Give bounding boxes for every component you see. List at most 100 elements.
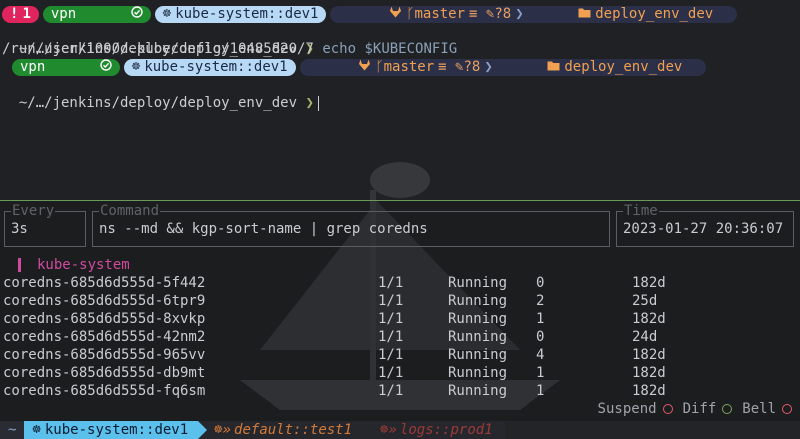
text-cursor [317, 95, 319, 111]
table-row: coredns-685d6d555d-fq6sm 1/1 Running 1 1… [0, 382, 800, 400]
pod-restarts: 1 [536, 383, 545, 399]
kube-context-segment: ☸ kube-system::dev1 [123, 58, 296, 76]
tab-default-test1[interactable]: ☸» default::test1 [198, 421, 365, 439]
pod-name: coredns-685d6d555d-965vv [3, 347, 206, 363]
home-indicator[interactable]: ~ [0, 421, 25, 439]
pod-age: 182d [632, 383, 666, 399]
error-status-segment: ! 1 [2, 5, 39, 23]
bell-label: Bell [742, 401, 776, 417]
every-label: Every [11, 203, 56, 219]
helm-icon: ☸ [162, 5, 172, 22]
diff-label: Diff [682, 401, 717, 417]
folder-icon [528, 0, 592, 40]
pod-ready: 1/1 [378, 383, 404, 399]
pod-status: Running [448, 275, 508, 291]
vpn-label: vpn [50, 5, 77, 22]
pod-restarts: 0 [536, 275, 545, 291]
git-status: ≡ ✎?8 [438, 58, 481, 75]
command-line-2[interactable]: ~/…/jenkins/deploy/deploy_env_dev ❯ [2, 76, 319, 111]
pod-restarts: 4 [536, 347, 545, 363]
pod-name: coredns-685d6d555d-fq6sm [3, 383, 206, 399]
circle-icon [722, 404, 733, 414]
pod-name: coredns-685d6d555d-5f442 [3, 275, 206, 291]
git-segment: ᚴmaster ≡ ✎?8 ❯ deploy_env_dev [330, 5, 738, 23]
command-label: Command [99, 203, 161, 219]
pod-status: Running [448, 293, 508, 309]
cwd-path: ~/…/jenkins/deploy/deploy_env_dev [18, 95, 298, 111]
pod-status: Running [448, 383, 508, 399]
table-row: coredns-685d6d555d-42nm2 1/1 Running 0 2… [0, 328, 800, 346]
diff-indicator[interactable]: Diff [683, 400, 733, 418]
folder-name: deploy_env_dev [564, 58, 683, 75]
pod-age: 182d [632, 275, 666, 291]
kube-context-segment: ☸ kube-system::dev1 [154, 5, 327, 23]
every-value: 3s [11, 221, 28, 237]
pod-name: coredns-685d6d555d-db9mt [3, 365, 206, 381]
git-segment: ᚴmaster ≡ ✎?8 ❯ deploy_env_dev [299, 58, 707, 76]
pod-status: Running [448, 347, 508, 363]
chevron-right-icon: ❯ [515, 5, 524, 22]
table-row: coredns-685d6d555d-5f442 1/1 Running 0 1… [0, 274, 800, 292]
pod-status: Running [448, 329, 508, 345]
table-row: coredns-685d6d555d-db9mt 1/1 Running 1 1… [0, 364, 800, 382]
pod-restarts: 1 [536, 311, 545, 327]
tab-logs-prod1[interactable]: ☸» logs::prod1 [364, 421, 505, 439]
command-box: Command ns --md && kgp-sort-name | grep … [92, 203, 610, 247]
folder-icon [497, 42, 561, 93]
table-row: coredns-685d6d555d-6tpr9 1/1 Running 2 2… [0, 292, 800, 310]
command-line-1: ~/…/jenkins/deploy/deploy_env_dev ❯ echo… [2, 22, 457, 57]
time-box: Time 2023-01-27 20:36:07 [616, 203, 794, 247]
tmux-status-bar: ~ ☸ kube-system::dev1 ☸» default::test1 … [0, 421, 800, 439]
helm-icon: ☸ [131, 58, 141, 75]
pod-name: coredns-685d6d555d-42nm2 [3, 329, 206, 345]
pod-ready: 1/1 [378, 347, 404, 363]
error-count: 1 [22, 5, 31, 22]
prompt-bar-2: vpn ☸ kube-system::dev1 ᚴmaster ≡ ✎?8 ❯ … [12, 58, 707, 76]
git-branch: ᚴmaster [375, 58, 435, 75]
time-label: Time [623, 203, 659, 219]
pod-ready: 1/1 [378, 293, 404, 309]
pod-name: coredns-685d6d555d-6tpr9 [3, 293, 206, 309]
table-row: coredns-685d6d555d-8xvkp 1/1 Running 1 1… [0, 310, 800, 328]
prompt-bar-1: ! 1 vpn ☸ kube-system::dev1 ᚴmaster ≡ ✎?… [2, 5, 738, 23]
helm-icon: ☸» [214, 422, 232, 438]
circle-icon [662, 404, 673, 414]
helm-icon: ☸ [32, 422, 41, 438]
kube-context: kube-system::dev1 [144, 58, 288, 75]
time-value: 2023-01-27 20:36:07 [623, 221, 784, 237]
pod-age: 182d [632, 311, 666, 327]
pod-name: coredns-685d6d555d-8xvkp [3, 311, 206, 327]
pod-age: 182d [632, 347, 666, 363]
namespace-title: kube-system [37, 257, 130, 273]
tab-label: default::test1 [234, 422, 353, 438]
pod-age: 25d [632, 293, 658, 309]
helm-icon: ☸» [380, 422, 397, 438]
pod-age: 24d [632, 329, 658, 345]
suspend-label: Suspend [597, 401, 657, 417]
exclamation-icon: ! [10, 5, 19, 22]
table-row: coredns-685d6d555d-965vv 1/1 Running 4 1… [0, 346, 800, 364]
prompt-arrow: ❯ [305, 95, 314, 111]
pod-ready: 1/1 [378, 365, 404, 381]
tab-label: logs::prod1 [399, 422, 493, 438]
chevron-right-icon: ❯ [484, 58, 493, 75]
watch-indicators: Suspend Diff Bell [598, 400, 792, 418]
kube-context: kube-system::dev1 [175, 5, 319, 22]
bell-indicator[interactable]: Bell [742, 400, 792, 418]
command-value: ns --md && kgp-sort-name | grep coredns [99, 221, 428, 237]
circle-icon [782, 404, 792, 414]
git-status: ≡ ✎?8 [469, 5, 512, 22]
tab-active-kube-system[interactable]: ☸ kube-system::dev1 [24, 421, 207, 439]
pod-status: Running [448, 311, 508, 327]
namespace-marker [18, 258, 21, 272]
pod-ready: 1/1 [378, 311, 404, 327]
pod-restarts: 0 [536, 329, 545, 345]
suspend-indicator[interactable]: Suspend [598, 400, 673, 418]
pod-restarts: 1 [536, 365, 545, 381]
vpn-label: vpn [20, 58, 46, 75]
pod-ready: 1/1 [378, 275, 404, 291]
tab-label: kube-system::dev1 [44, 422, 189, 438]
git-branch: ᚴmaster [406, 5, 466, 22]
pod-age: 182d [632, 365, 666, 381]
pod-status: Running [448, 365, 508, 381]
